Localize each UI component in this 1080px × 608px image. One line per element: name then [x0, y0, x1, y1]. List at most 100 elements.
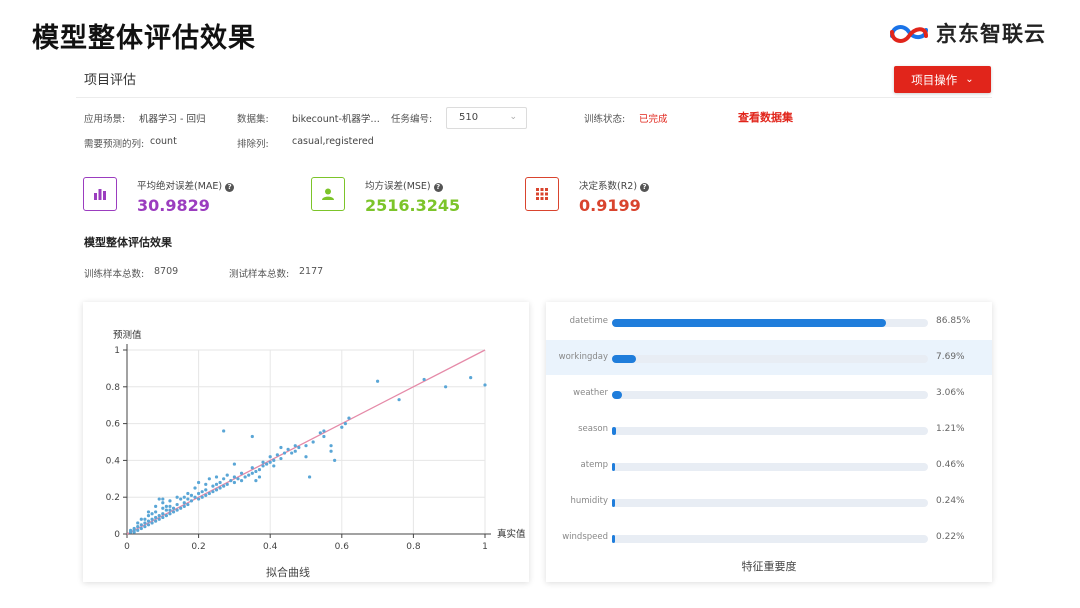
scatter-point	[250, 434, 254, 439]
scatter-point	[161, 497, 165, 501]
scatter-point	[143, 517, 147, 521]
feature-value-label: 7.69%	[936, 352, 965, 362]
status-value: 已完成	[639, 114, 668, 125]
feature-row-season: season 1.21%	[546, 412, 992, 447]
feature-name: windspeed	[562, 532, 608, 542]
feature-value-label: 0.24%	[936, 496, 965, 506]
feature-bar-track	[612, 427, 928, 435]
help-icon[interactable]: ?	[433, 183, 443, 192]
x-tick-label: 0.2	[191, 542, 205, 552]
scatter-point	[154, 515, 158, 520]
feature-value-label: 3.06%	[936, 388, 965, 398]
scatter-point	[397, 398, 401, 402]
feature-row-weather: weather 3.06%	[546, 376, 992, 411]
scatter-point	[136, 521, 140, 525]
scatter-point	[272, 464, 276, 468]
mae-label: 平均绝对误差(MAE)?	[137, 178, 235, 192]
scatter-point	[257, 475, 262, 479]
scatter-point	[293, 449, 297, 453]
scatter-point	[282, 451, 287, 455]
feature-bar	[612, 319, 887, 327]
scatter-point	[164, 514, 168, 518]
scatter-point	[182, 501, 186, 505]
predict-column-value: count	[150, 136, 177, 147]
scatter-point	[179, 506, 183, 510]
x-tick-label: 0.8	[406, 542, 421, 552]
scatter-point	[222, 477, 226, 481]
scatter-point	[189, 493, 194, 497]
scatter-point	[239, 479, 244, 483]
scatter-point	[333, 458, 337, 462]
scatter-point	[207, 491, 211, 496]
scatter-point	[150, 517, 154, 521]
feature-bar	[612, 463, 615, 471]
scatter-point	[214, 475, 219, 479]
scatter-point	[154, 504, 158, 508]
scatter-point	[343, 422, 347, 426]
scatter-point	[182, 495, 186, 499]
project-operations-button[interactable]: 项目操作 ⌄	[894, 66, 991, 93]
task-number-select[interactable]: 510 ⌄	[446, 107, 527, 129]
scatter-point	[193, 495, 197, 499]
scatter-point	[161, 506, 165, 510]
scatter-point	[128, 528, 133, 532]
view-dataset-link[interactable]: 查看数据集	[738, 109, 793, 125]
scatter-point	[182, 504, 186, 508]
scatter-point	[218, 480, 222, 485]
fit-curve-chart: 0 0.2 0.4 0.6 0.8 1 0 0.2 0.4 0.6 0.8 1 预测值真实值拟合曲线	[106, 329, 526, 579]
scatter-point	[161, 501, 165, 505]
feature-name: datetime	[569, 316, 608, 326]
x-axis-label: 真实值	[497, 528, 526, 540]
task-label: 任务编号:	[391, 114, 433, 125]
feature-bar	[612, 391, 622, 399]
fit-curve-card: 0 0.2 0.4 0.6 0.8 1 0 0.2 0.4 0.6 0.8 1 预测值 真实值 拟合曲线	[83, 302, 529, 582]
scatter-point	[222, 429, 226, 433]
scatter-point	[146, 510, 151, 514]
scatter-point	[307, 475, 312, 479]
scatter-point	[268, 455, 272, 459]
predict-column-label: 需要预测的列:	[84, 139, 145, 150]
scatter-point	[168, 499, 172, 503]
scatter-point	[290, 451, 294, 455]
scatter-point	[189, 499, 194, 503]
scatter-point	[232, 462, 236, 466]
brand-logo: 京东智联云	[886, 18, 1046, 48]
scatter-point	[171, 506, 176, 510]
feature-bar-track	[612, 319, 928, 327]
scatter-point	[322, 429, 326, 433]
person-icon	[311, 177, 345, 211]
test-samples-value: 2177	[299, 266, 324, 277]
scatter-point	[376, 379, 380, 383]
scatter-point	[164, 508, 168, 512]
mse-value: 2516.3245	[365, 196, 461, 215]
scatter-point	[204, 482, 208, 486]
fit-line	[126, 349, 486, 535]
fit-curve-title: 拟合曲线	[266, 565, 310, 579]
train-samples-label: 训练样本总数:	[84, 269, 145, 280]
help-icon[interactable]: ?	[640, 183, 650, 192]
dataset-value: bikecount-机器学…	[292, 114, 380, 125]
feature-value-label: 0.22%	[936, 532, 965, 542]
scatter-point	[136, 528, 140, 532]
scatter-point	[222, 484, 226, 488]
scatter-point	[179, 497, 183, 501]
scatter-point	[279, 445, 283, 450]
scatter-point	[329, 444, 333, 448]
cloud-logo-icon	[890, 25, 928, 43]
scene-value: 机器学习 - 回归	[139, 114, 206, 125]
scatter-point	[272, 458, 276, 462]
feature-row-datetime: datetime 86.85%	[546, 304, 992, 339]
scatter-point	[132, 528, 136, 532]
feature-name: season	[578, 424, 608, 434]
scatter-point	[247, 473, 251, 477]
scatter-point	[150, 521, 154, 525]
scatter-point	[204, 493, 208, 497]
panel-header: 项目评估 项目操作 ⌄	[76, 62, 992, 98]
scatter-point	[193, 486, 197, 490]
x-tick-label: 1	[482, 542, 488, 552]
scatter-point	[171, 510, 176, 514]
grid-icon	[525, 177, 559, 211]
help-icon[interactable]: ?	[225, 183, 235, 192]
scatter-point	[136, 525, 140, 529]
r2-label: 决定系数(R2)?	[579, 178, 650, 192]
